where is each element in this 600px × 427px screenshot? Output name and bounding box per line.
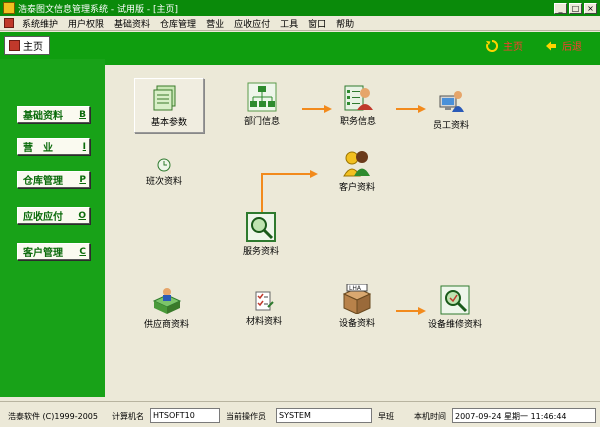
dept-info-item[interactable]: 部门信息 (244, 82, 280, 127)
material-info-item[interactable]: 材料资料 (246, 290, 282, 327)
job-list-icon (344, 85, 373, 111)
arrow-dept-to-job (302, 105, 332, 113)
staff-info-item[interactable]: 员工资料 (433, 86, 469, 131)
service-info-item[interactable]: 服务资料 (243, 212, 279, 257)
menu-app-icon[interactable] (4, 18, 14, 28)
shift-info-label: 班次资料 (146, 177, 183, 187)
nav-business-label: 营 业 (23, 143, 53, 154)
arrow-service-to-customer (261, 170, 318, 212)
equipment-info-label: 设备资料 (339, 319, 376, 329)
nav-business[interactable]: 营 业 I (17, 138, 90, 155)
nav-customer-key: C (79, 246, 86, 257)
menu-warehouse[interactable]: 仓库管理 (155, 17, 201, 30)
refresh-icon (486, 39, 498, 52)
supplier-icon (152, 288, 181, 314)
search-service-icon (246, 212, 276, 242)
menu-basic-data[interactable]: 基础资料 (109, 17, 155, 30)
status-time-value: 2007-09-24 星期一 11:46:44 (452, 408, 596, 423)
customer-info-item[interactable]: 客户资料 (339, 148, 375, 193)
shift-info-item[interactable]: 班次资料 (146, 158, 182, 187)
nav-receivable-label: 应收应付 (23, 212, 63, 223)
svg-text:LHA: LHA (349, 285, 362, 292)
staff-info-label: 员工资料 (433, 121, 470, 131)
menu-receivable-payable[interactable]: 应收应付 (229, 17, 275, 30)
equipment-info-item[interactable]: LHA 设备资料 (339, 284, 375, 329)
nav-receivable-key: O (78, 210, 86, 221)
title-bar: 浩泰图文信息管理系统 - 试用版 - [主页] _ □ × (0, 0, 600, 16)
folder-stack-icon (153, 85, 176, 111)
menu-tools[interactable]: 工具 (275, 17, 303, 30)
toolbar: 主页 主页 后退 (0, 32, 600, 59)
basic-params-item[interactable]: 基本参数 (134, 78, 205, 133)
basic-params-label: 基本参数 (151, 118, 188, 128)
home-icon (9, 40, 20, 51)
job-info-item[interactable]: 职务信息 (340, 82, 376, 127)
supplier-info-item[interactable]: 供应商资料 (144, 285, 189, 330)
app-icon (3, 2, 15, 14)
left-nav-panel: 基础资料 B 营 业 I 仓库管理 P 应收应付 O 客户管理 C (0, 59, 105, 397)
job-info-label: 职务信息 (340, 117, 377, 127)
menu-business[interactable]: 营业 (201, 17, 229, 30)
clock-icon (157, 158, 171, 172)
nav-basic-data[interactable]: 基础资料 B (17, 106, 90, 123)
nav-warehouse[interactable]: 仓库管理 P (17, 171, 90, 188)
window-title: 浩泰图文信息管理系统 - 试用版 - [主页] (18, 4, 178, 15)
close-button[interactable]: × (584, 2, 597, 14)
nav-warehouse-label: 仓库管理 (23, 176, 63, 187)
nav-customer[interactable]: 客户管理 C (17, 243, 90, 260)
main-page-button[interactable]: 主页 (486, 38, 523, 53)
supplier-info-label: 供应商资料 (144, 320, 190, 330)
status-shift-value: 早班 (378, 412, 394, 421)
main-page-label: 主页 (503, 42, 523, 53)
arrow-equip-to-repair (396, 307, 426, 315)
status-time-label: 本机时间 (414, 412, 446, 421)
menu-user-rights[interactable]: 用户权限 (63, 17, 109, 30)
material-list-icon (255, 291, 274, 311)
staff-computer-icon (439, 91, 464, 112)
status-operator-label: 当前操作员 (226, 412, 266, 421)
status-operator-value: SYSTEM (276, 408, 372, 423)
restore-button[interactable]: □ (569, 2, 582, 14)
arrow-job-to-staff (396, 105, 426, 113)
menu-help[interactable]: 帮助 (331, 17, 359, 30)
menu-window[interactable]: 窗口 (303, 17, 331, 30)
back-button[interactable]: 后退 (545, 38, 582, 53)
nav-basic-data-label: 基础资料 (23, 111, 63, 122)
equipment-box-icon: LHA (342, 284, 372, 314)
service-info-label: 服务资料 (243, 247, 280, 257)
nav-receivable[interactable]: 应收应付 O (17, 207, 90, 224)
nav-business-key: I (82, 141, 86, 152)
back-label: 后退 (562, 42, 582, 53)
status-machine-label: 计算机名 (112, 412, 144, 421)
customers-icon (343, 151, 370, 177)
material-info-label: 材料资料 (246, 317, 283, 327)
home-tab-label: 主页 (23, 42, 43, 53)
menu-bar: 系统维护 用户权限 基础资料 仓库管理 营业 应收应付 工具 窗口 帮助 (0, 16, 600, 31)
nav-warehouse-key: P (79, 174, 86, 185)
back-arrow-icon (546, 41, 556, 50)
equip-repair-label: 设备维修资料 (428, 320, 483, 330)
nav-basic-data-key: B (79, 109, 86, 120)
status-bar: 浩泰软件 (C)1999-2005 计算机名 HTSOFT10 当前操作员 SY… (0, 401, 600, 427)
workspace-top-edge (105, 59, 600, 65)
minimize-button[interactable]: _ (554, 2, 567, 14)
status-copyright: 浩泰软件 (C)1999-2005 (8, 412, 98, 421)
dept-info-label: 部门信息 (244, 117, 281, 127)
status-machine-value: HTSOFT10 (150, 408, 220, 423)
nav-customer-label: 客户管理 (23, 248, 63, 259)
menu-system[interactable]: 系统维护 (17, 17, 63, 30)
equip-repair-item[interactable]: 设备维修资料 (428, 285, 482, 330)
org-chart-icon (247, 82, 277, 112)
home-tab[interactable]: 主页 (4, 36, 50, 55)
repair-search-icon (440, 285, 470, 315)
customer-info-label: 客户资料 (339, 183, 376, 193)
